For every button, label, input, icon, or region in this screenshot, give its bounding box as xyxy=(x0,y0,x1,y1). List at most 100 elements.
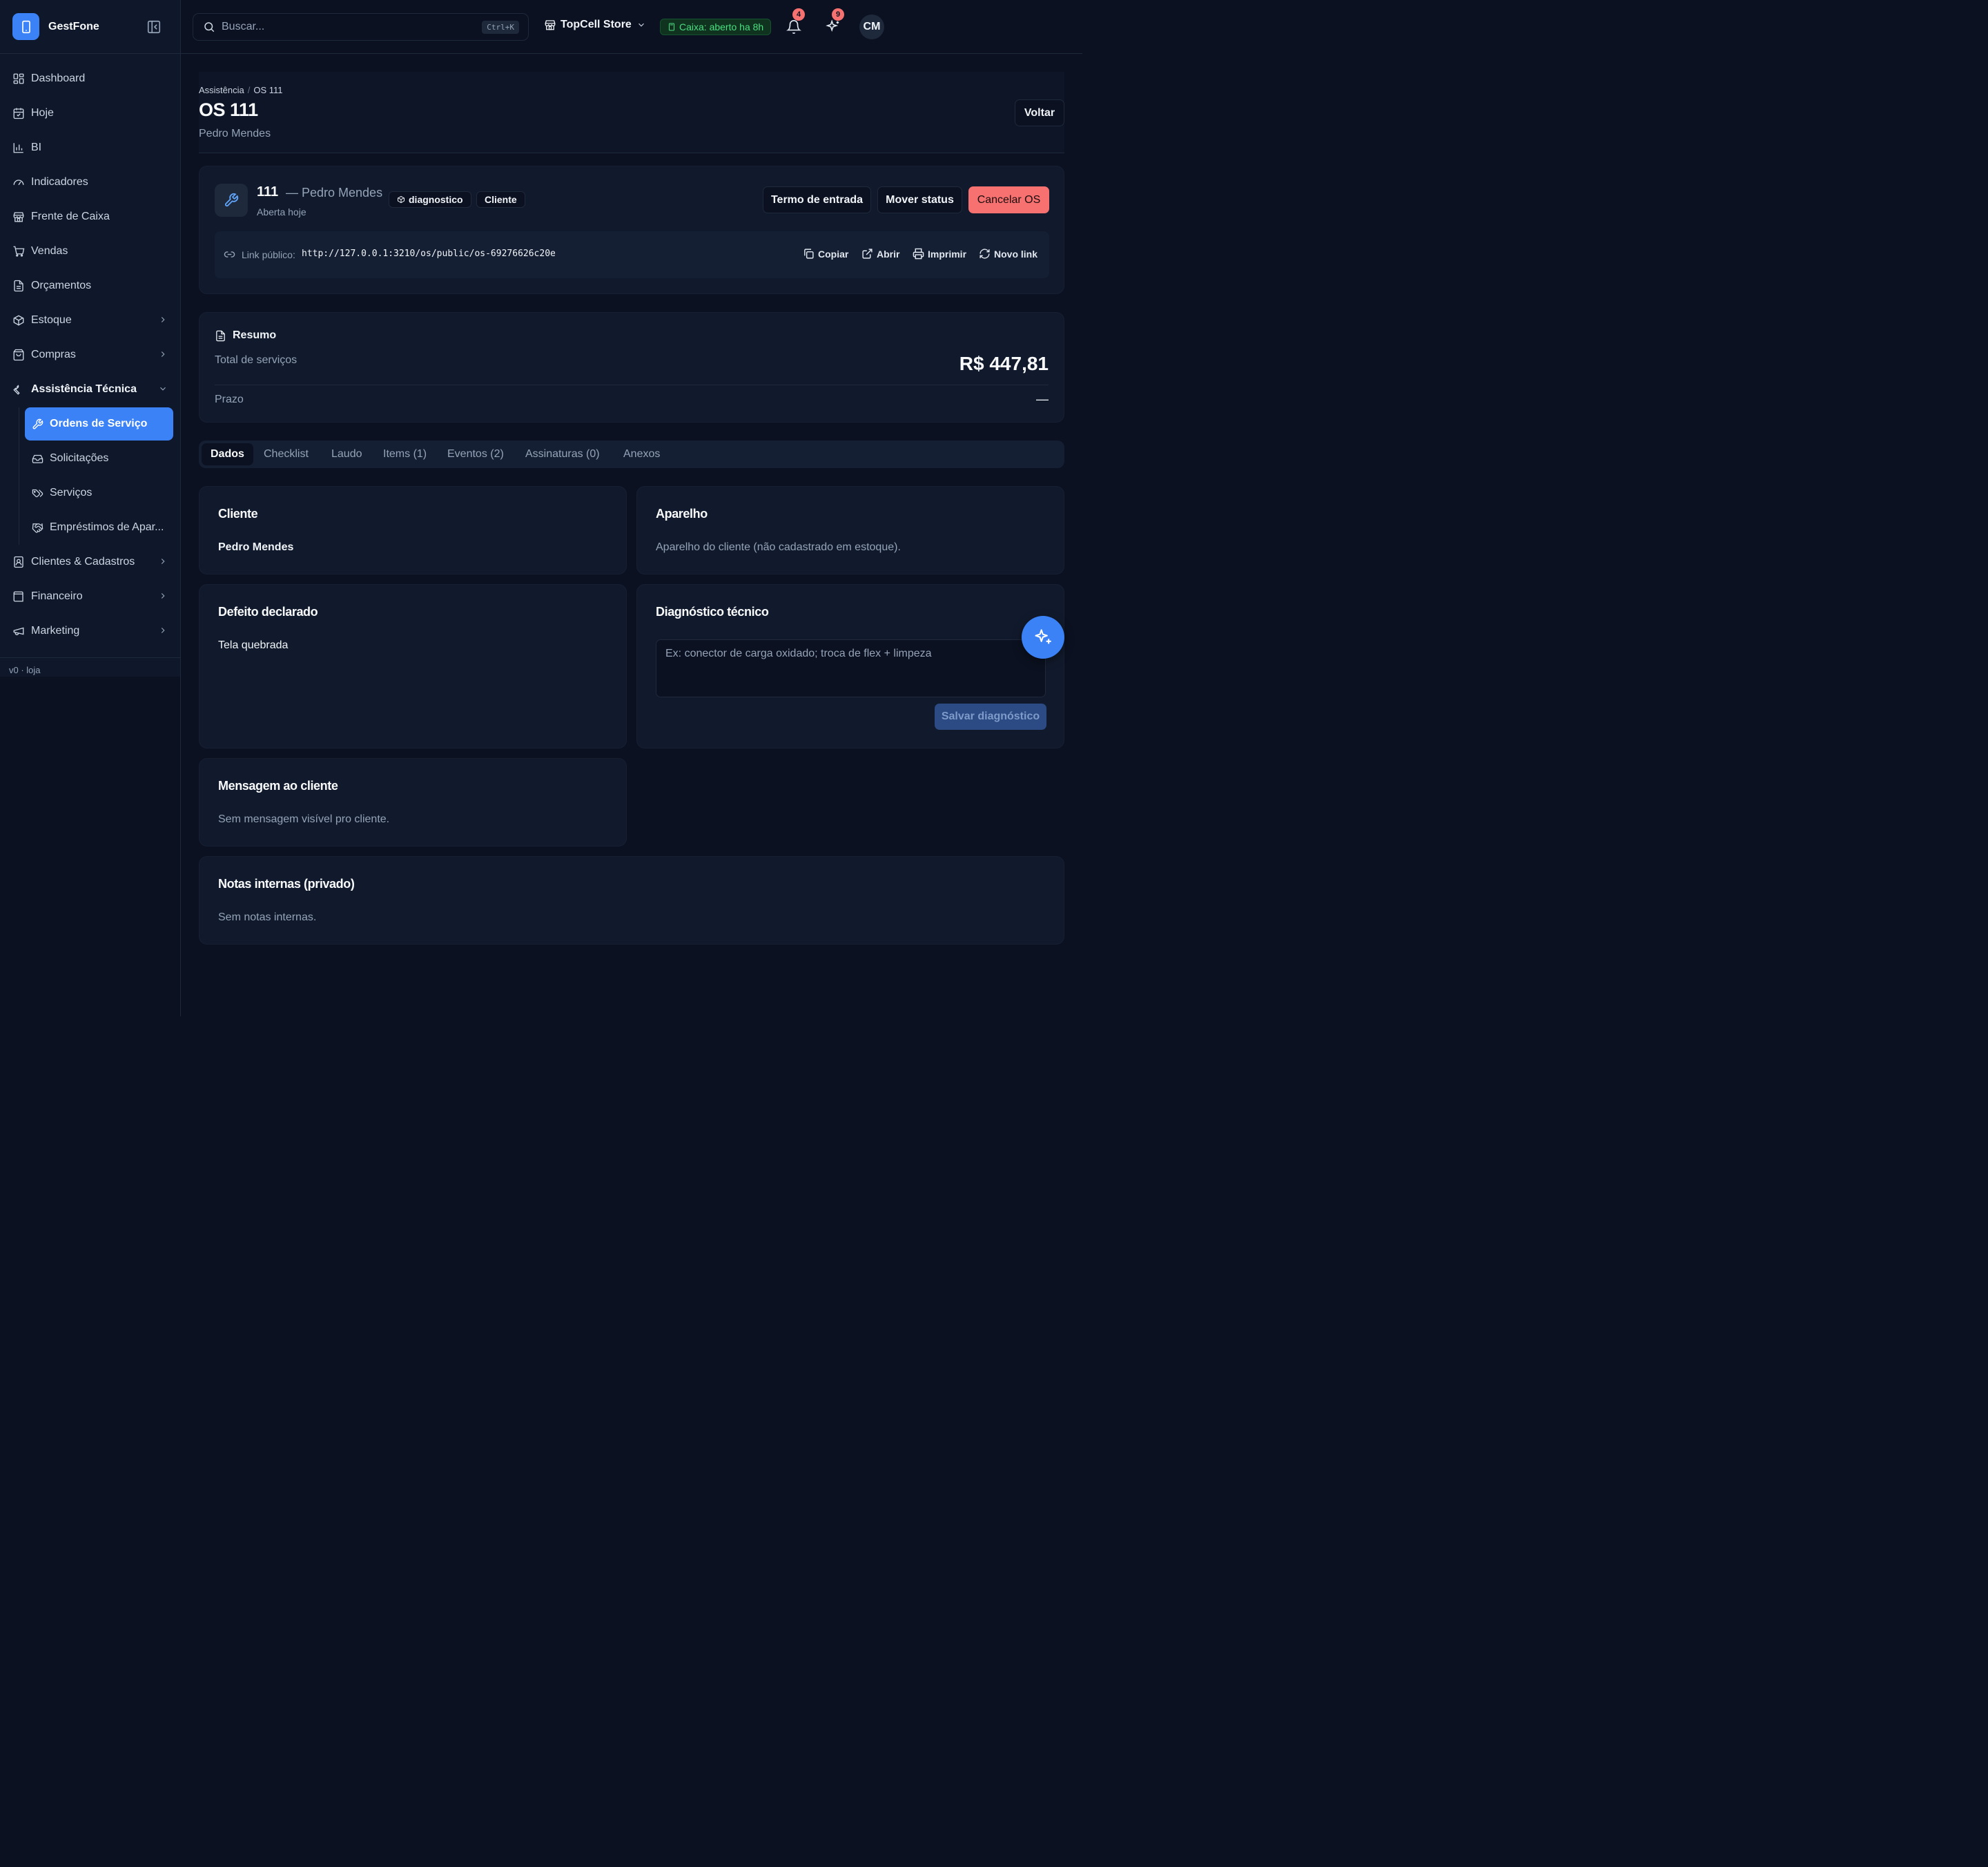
status-badge: diagnostico xyxy=(389,191,471,208)
store-selector[interactable]: TopCell Store xyxy=(544,19,646,31)
sidebar-item-solicitacoes[interactable]: Solicitações xyxy=(0,441,180,476)
open-link-label: Abrir xyxy=(877,248,900,260)
sidebar-item-marketing[interactable]: Marketing xyxy=(0,614,180,648)
sidebar-item-orcamentos[interactable]: Orçamentos xyxy=(0,269,180,303)
chevron-down-icon xyxy=(160,387,166,391)
cancelar-os-button[interactable]: Cancelar OS xyxy=(968,186,1049,213)
cart-icon xyxy=(13,246,25,257)
inbox-icon xyxy=(32,454,43,463)
sidebar-item-label: Assistência Técnica xyxy=(31,383,137,395)
diagnostico-textarea[interactable]: Ex: conector de carga oxidado; troca de … xyxy=(656,639,1046,697)
sidebar-item-label: Indicadores xyxy=(31,176,88,188)
new-link-label: Novo link xyxy=(994,248,1038,260)
caixa-status-badge[interactable]: Caixa: aberto ha 8h xyxy=(660,19,772,35)
sidebar: GestFone Dashboard Hoje BI Indicadores F… xyxy=(0,0,181,677)
os-card: 111 — Pedro Mendes Aberta hoje diagnosti… xyxy=(199,166,1064,294)
sidebar-item-compras[interactable]: Compras xyxy=(0,338,180,372)
breadcrumb: Assistência / OS 111 xyxy=(199,85,283,95)
sidebar-item-label: Empréstimos de Apar... xyxy=(50,521,164,533)
mensagem-card: Mensagem ao cliente Sem mensagem visível… xyxy=(199,758,627,847)
tab-eventos[interactable]: Eventos (2) xyxy=(438,443,513,465)
aparelho-value: Aparelho do cliente (não cadastrado em e… xyxy=(656,541,901,553)
back-button[interactable]: Voltar xyxy=(1015,99,1064,126)
wrench-icon xyxy=(215,184,248,217)
sidebar-item-financeiro[interactable]: Financeiro xyxy=(0,579,180,614)
sidebar-item-clientes-cadastros[interactable]: Clientes & Cadastros xyxy=(0,545,180,579)
tab-anexos[interactable]: Anexos xyxy=(614,443,669,465)
sidebar-nav: Dashboard Hoje BI Indicadores Frente de … xyxy=(0,54,180,648)
tags-icon xyxy=(32,489,43,497)
sidebar-item-ordens-de-servico[interactable]: Ordens de Serviço xyxy=(25,407,173,441)
store-name: TopCell Store xyxy=(561,19,632,30)
sidebar-item-bi[interactable]: BI xyxy=(0,130,180,165)
new-link-button[interactable]: Novo link xyxy=(979,248,1037,260)
notifications-button[interactable]: 4 xyxy=(786,8,805,35)
section-title: Cliente xyxy=(218,507,258,521)
termo-entrada-button[interactable]: Termo de entrada xyxy=(763,186,871,213)
avatar[interactable]: CM xyxy=(859,14,884,39)
tab-assinaturas[interactable]: Assinaturas (0) xyxy=(516,443,609,465)
search-icon xyxy=(204,22,215,32)
mensagem-value: Sem mensagem visível pro cliente. xyxy=(218,813,390,825)
assistencia-submenu: Ordens de Serviço Solicitações Serviços … xyxy=(0,407,180,545)
sidebar-item-label: Vendas xyxy=(31,245,68,257)
breadcrumb-current: OS 111 xyxy=(253,85,283,95)
sidebar-item-label: Frente de Caixa xyxy=(31,211,110,222)
breadcrumb-link[interactable]: Assistência xyxy=(199,85,244,95)
prazo-value: — xyxy=(1036,392,1049,406)
tab-laudo[interactable]: Laudo xyxy=(322,443,371,465)
ai-fab-button[interactable] xyxy=(1022,616,1064,659)
sidebar-item-emprestimos[interactable]: Empréstimos de Apar... xyxy=(0,510,180,545)
store-icon xyxy=(545,20,556,30)
sidebar-item-label: Solicitações xyxy=(50,452,109,464)
sidebar-item-hoje[interactable]: Hoje xyxy=(0,96,180,130)
origin-badge: Cliente xyxy=(476,191,525,208)
app-name: GestFone xyxy=(48,20,99,32)
salvar-diagnostico-button[interactable]: Salvar diagnóstico xyxy=(935,704,1046,730)
open-link-button[interactable]: Abrir xyxy=(861,248,899,260)
sparkles-icon xyxy=(826,19,839,32)
copy-link-button[interactable]: Copiar xyxy=(803,248,848,260)
tab-dados[interactable]: Dados xyxy=(202,443,253,465)
public-link-label-text: Link público: xyxy=(242,249,295,260)
resumo-card: Resumo Total de serviços R$ 447,81 Prazo… xyxy=(199,312,1064,423)
section-title: Mensagem ao cliente xyxy=(218,779,338,793)
mover-status-button[interactable]: Mover status xyxy=(877,186,962,213)
sidebar-item-estoque[interactable]: Estoque xyxy=(0,303,180,338)
chevron-down-icon xyxy=(638,23,644,27)
sidebar-item-label: Orçamentos xyxy=(31,280,92,291)
sidebar-collapse-icon[interactable] xyxy=(146,19,162,35)
sidebar-item-assistencia-tecnica[interactable]: Assistência Técnica xyxy=(0,372,180,407)
sidebar-item-dashboard[interactable]: Dashboard xyxy=(0,61,180,96)
sidebar-item-indicadores[interactable]: Indicadores xyxy=(0,165,180,200)
sparkles-icon xyxy=(1035,629,1051,644)
notifications-count-badge: 4 xyxy=(792,8,805,21)
sidebar-item-label: Serviços xyxy=(50,487,92,499)
sidebar-item-label: Clientes & Cadastros xyxy=(31,556,135,568)
section-title: Defeito declarado xyxy=(218,605,318,619)
bar-chart-icon xyxy=(13,143,23,153)
store-icon xyxy=(13,212,24,222)
calculator-icon xyxy=(669,23,674,31)
page-header: Assistência / OS 111 OS 111 Pedro Mendes V… xyxy=(199,72,1064,153)
sidebar-item-frente-de-caixa[interactable]: Frente de Caixa xyxy=(0,200,180,234)
tab-items[interactable]: Items (1) xyxy=(374,443,436,465)
section-title: Diagnóstico técnico xyxy=(656,605,769,619)
public-link-url[interactable]: http://127.0.0.1:3210/os/public/os-69276… xyxy=(302,249,556,259)
sidebar-item-vendas[interactable]: Vendas xyxy=(0,234,180,269)
sidebar-item-label: Financeiro xyxy=(31,590,83,602)
link-icon xyxy=(224,251,235,258)
handshake-icon xyxy=(32,523,43,533)
sidebar-item-servicos[interactable]: Serviços xyxy=(0,476,180,510)
chevron-right-icon xyxy=(161,351,165,357)
defeito-value: Tela quebrada xyxy=(218,639,289,651)
external-link-icon xyxy=(862,249,873,259)
search-input[interactable]: Buscar... Ctrl+K xyxy=(193,13,529,41)
ai-assistant-button[interactable]: 9 xyxy=(826,8,844,35)
resumo-title: Resumo xyxy=(215,329,276,342)
print-button[interactable]: Imprimir xyxy=(913,248,966,260)
total-value: R$ 447,81 xyxy=(959,353,1049,374)
brand: GestFone xyxy=(0,0,180,54)
tab-checklist[interactable]: Checklist xyxy=(255,443,318,465)
topbar: Buscar... Ctrl+K TopCell Store Caixa: ab… xyxy=(181,0,1082,54)
